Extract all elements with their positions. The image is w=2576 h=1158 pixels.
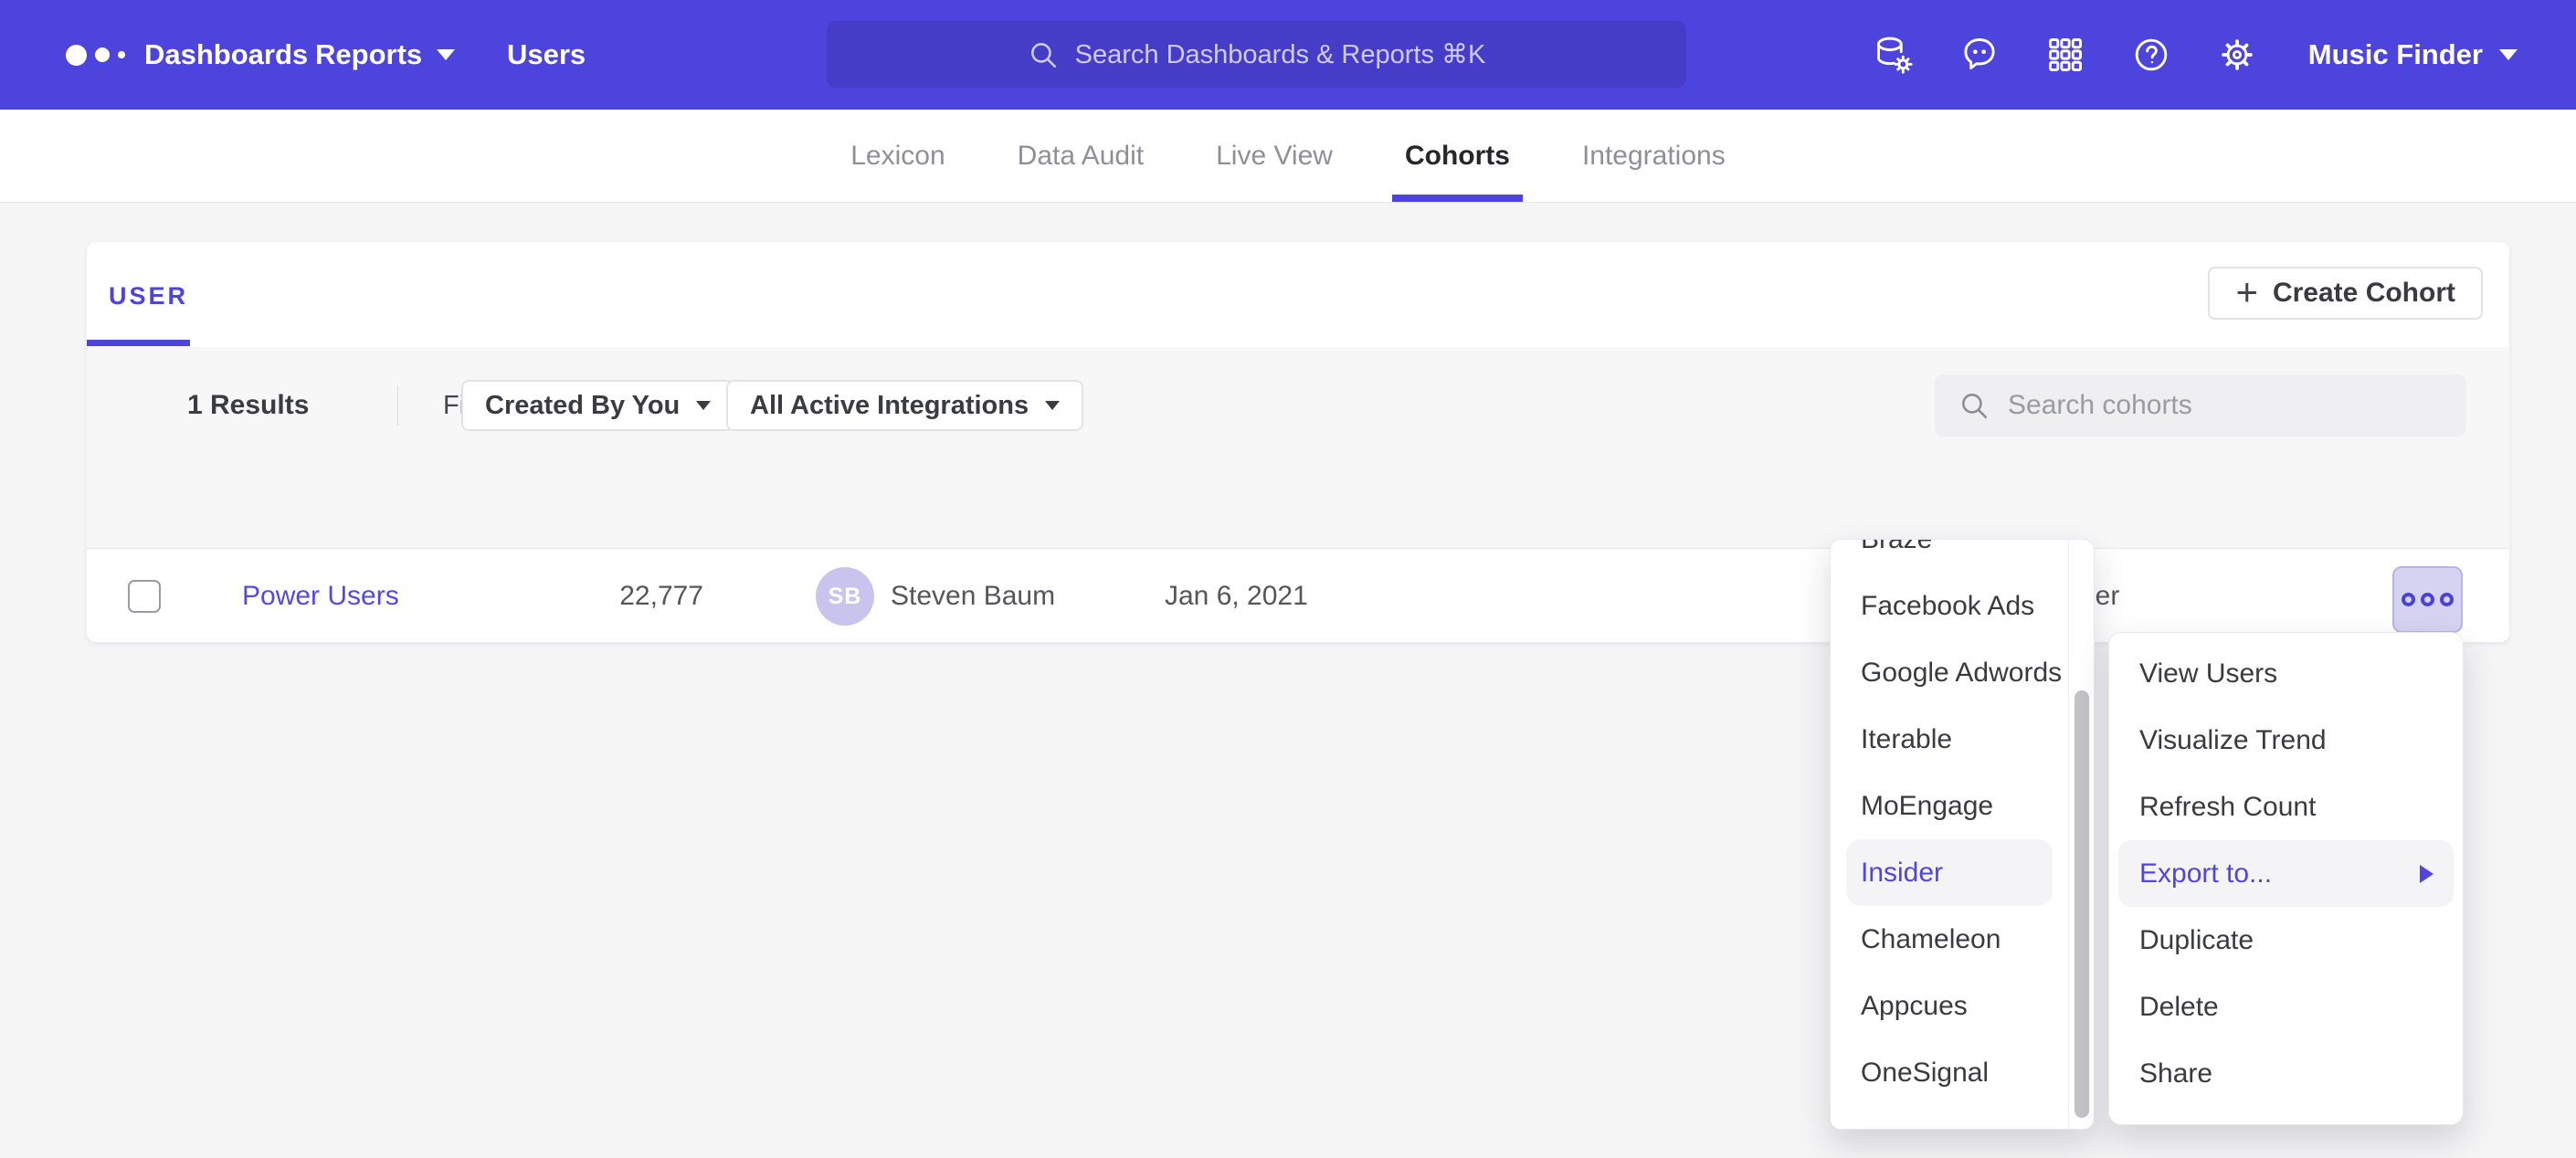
search-icon — [1958, 390, 1990, 421]
tab-lexicon[interactable]: Lexicon — [850, 110, 945, 202]
search-icon — [1028, 39, 1059, 70]
menu-item-insider[interactable]: Insider — [1846, 839, 2053, 906]
avatar: SB — [816, 567, 874, 626]
menu-item-appcues[interactable]: Appcues — [1831, 973, 2094, 1039]
project-name: Music Finder — [2308, 38, 2483, 71]
export-targets-menu: Braze Facebook Ads Google Adwords Iterab… — [1830, 539, 2095, 1130]
dot-icon — [2402, 593, 2415, 606]
menu-item-chameleon[interactable]: Chameleon — [1831, 906, 2094, 973]
menu-item-refresh-count[interactable]: Refresh Count — [2109, 774, 2463, 840]
nav-dashboards[interactable]: Dashboards — [144, 0, 308, 110]
last-modified-value: Jan 6, 2021 — [1165, 549, 1308, 643]
chevron-down-icon — [2499, 49, 2518, 60]
row-actions-menu: View Users Visualize Trend Refresh Count… — [2108, 632, 2464, 1125]
menu-item-iterable[interactable]: Iterable — [1831, 706, 2094, 773]
chevron-down-icon — [1045, 401, 1060, 410]
nav-users-label: Users — [507, 38, 586, 71]
menu-item-moengage[interactable]: MoEngage — [1831, 773, 2094, 839]
tab-integrations[interactable]: Integrations — [1582, 110, 1726, 202]
search-cohorts-input[interactable] — [1935, 374, 2466, 437]
apps-grid-icon[interactable] — [2045, 35, 2085, 75]
top-nav: Dashboards Reports Users Search Dashboar… — [0, 0, 2576, 110]
menu-item-facebook-ads[interactable]: Facebook Ads — [1831, 573, 2094, 639]
global-search-bar[interactable]: Search Dashboards & Reports ⌘K — [827, 21, 1686, 88]
divider — [397, 385, 398, 426]
nav-dashboards-label: Dashboards — [144, 38, 308, 71]
menu-item-braze[interactable]: Braze — [1831, 539, 2094, 573]
create-cohort-button[interactable]: + Create Cohort — [2208, 267, 2483, 320]
tab-user-cohorts[interactable]: USER — [109, 282, 188, 311]
dot-icon — [2440, 593, 2454, 606]
tab-data-audit[interactable]: Data Audit — [1018, 110, 1144, 202]
row-checkbox[interactable] — [128, 580, 161, 613]
search-cohorts-field — [1935, 374, 2466, 437]
chevron-down-icon — [696, 401, 711, 410]
scrollbar-thumb[interactable] — [2075, 690, 2089, 1118]
cohort-count: 22,777 — [548, 549, 703, 643]
table-toolbar-area: 1 Results Filter by Created By You All A… — [87, 347, 2509, 548]
feedback-icon[interactable] — [1959, 35, 2000, 75]
help-icon[interactable] — [2131, 35, 2171, 75]
active-tab-underline — [87, 340, 190, 346]
settings-icon[interactable] — [2217, 35, 2257, 75]
menu-item-export-to[interactable]: Export to... — [2118, 840, 2454, 907]
menu-item-view-users[interactable]: View Users — [2109, 640, 2463, 707]
menu-item-delete[interactable]: Delete — [2109, 974, 2463, 1040]
integrations-filter-dropdown[interactable]: All Active Integrations — [726, 380, 1083, 431]
menu-item-google-adwords[interactable]: Google Adwords — [1831, 639, 2094, 706]
created-by-value: Steven Baum — [891, 549, 1055, 643]
submenu-arrow-icon — [2420, 865, 2433, 883]
menu-item-visualize-trend[interactable]: Visualize Trend — [2109, 707, 2463, 774]
menu-item-share[interactable]: Share — [2109, 1040, 2463, 1107]
data-management-icon[interactable] — [1874, 35, 1914, 75]
global-search-placeholder: Search Dashboards & Reports ⌘K — [1075, 38, 1486, 70]
tab-live-view[interactable]: Live View — [1216, 110, 1333, 202]
data-management-tabs: Lexicon Data Audit Live View Cohorts Int… — [0, 110, 2576, 203]
nav-reports[interactable]: Reports — [315, 0, 455, 110]
tab-cohorts[interactable]: Cohorts — [1405, 110, 1510, 202]
cohorts-card: USER + Create Cohort 1 Results Filter by… — [87, 242, 2509, 642]
results-count: 1 Results — [187, 347, 309, 464]
chevron-down-icon — [437, 49, 455, 60]
nav-users[interactable]: Users — [507, 0, 586, 110]
created-by-filter-dropdown[interactable]: Created By You — [461, 380, 734, 431]
row-actions-button[interactable] — [2392, 566, 2463, 633]
menu-item-duplicate[interactable]: Duplicate — [2109, 907, 2463, 974]
table-row: Power Users 22,777 SB Steven Baum Jan 6,… — [87, 548, 2509, 642]
project-switcher[interactable]: Music Finder — [2308, 38, 2518, 71]
nav-reports-label: Reports — [315, 38, 422, 71]
nav-utility-cluster: Music Finder — [1874, 0, 2518, 110]
cohort-name-link[interactable]: Power Users — [242, 581, 399, 612]
dot-icon — [2421, 593, 2434, 606]
menu-item-onesignal[interactable]: OneSignal — [1831, 1039, 2094, 1106]
mixpanel-logo-icon[interactable] — [66, 0, 125, 110]
cohorts-page: Dashboards Reports Users Search Dashboar… — [0, 0, 2576, 1158]
